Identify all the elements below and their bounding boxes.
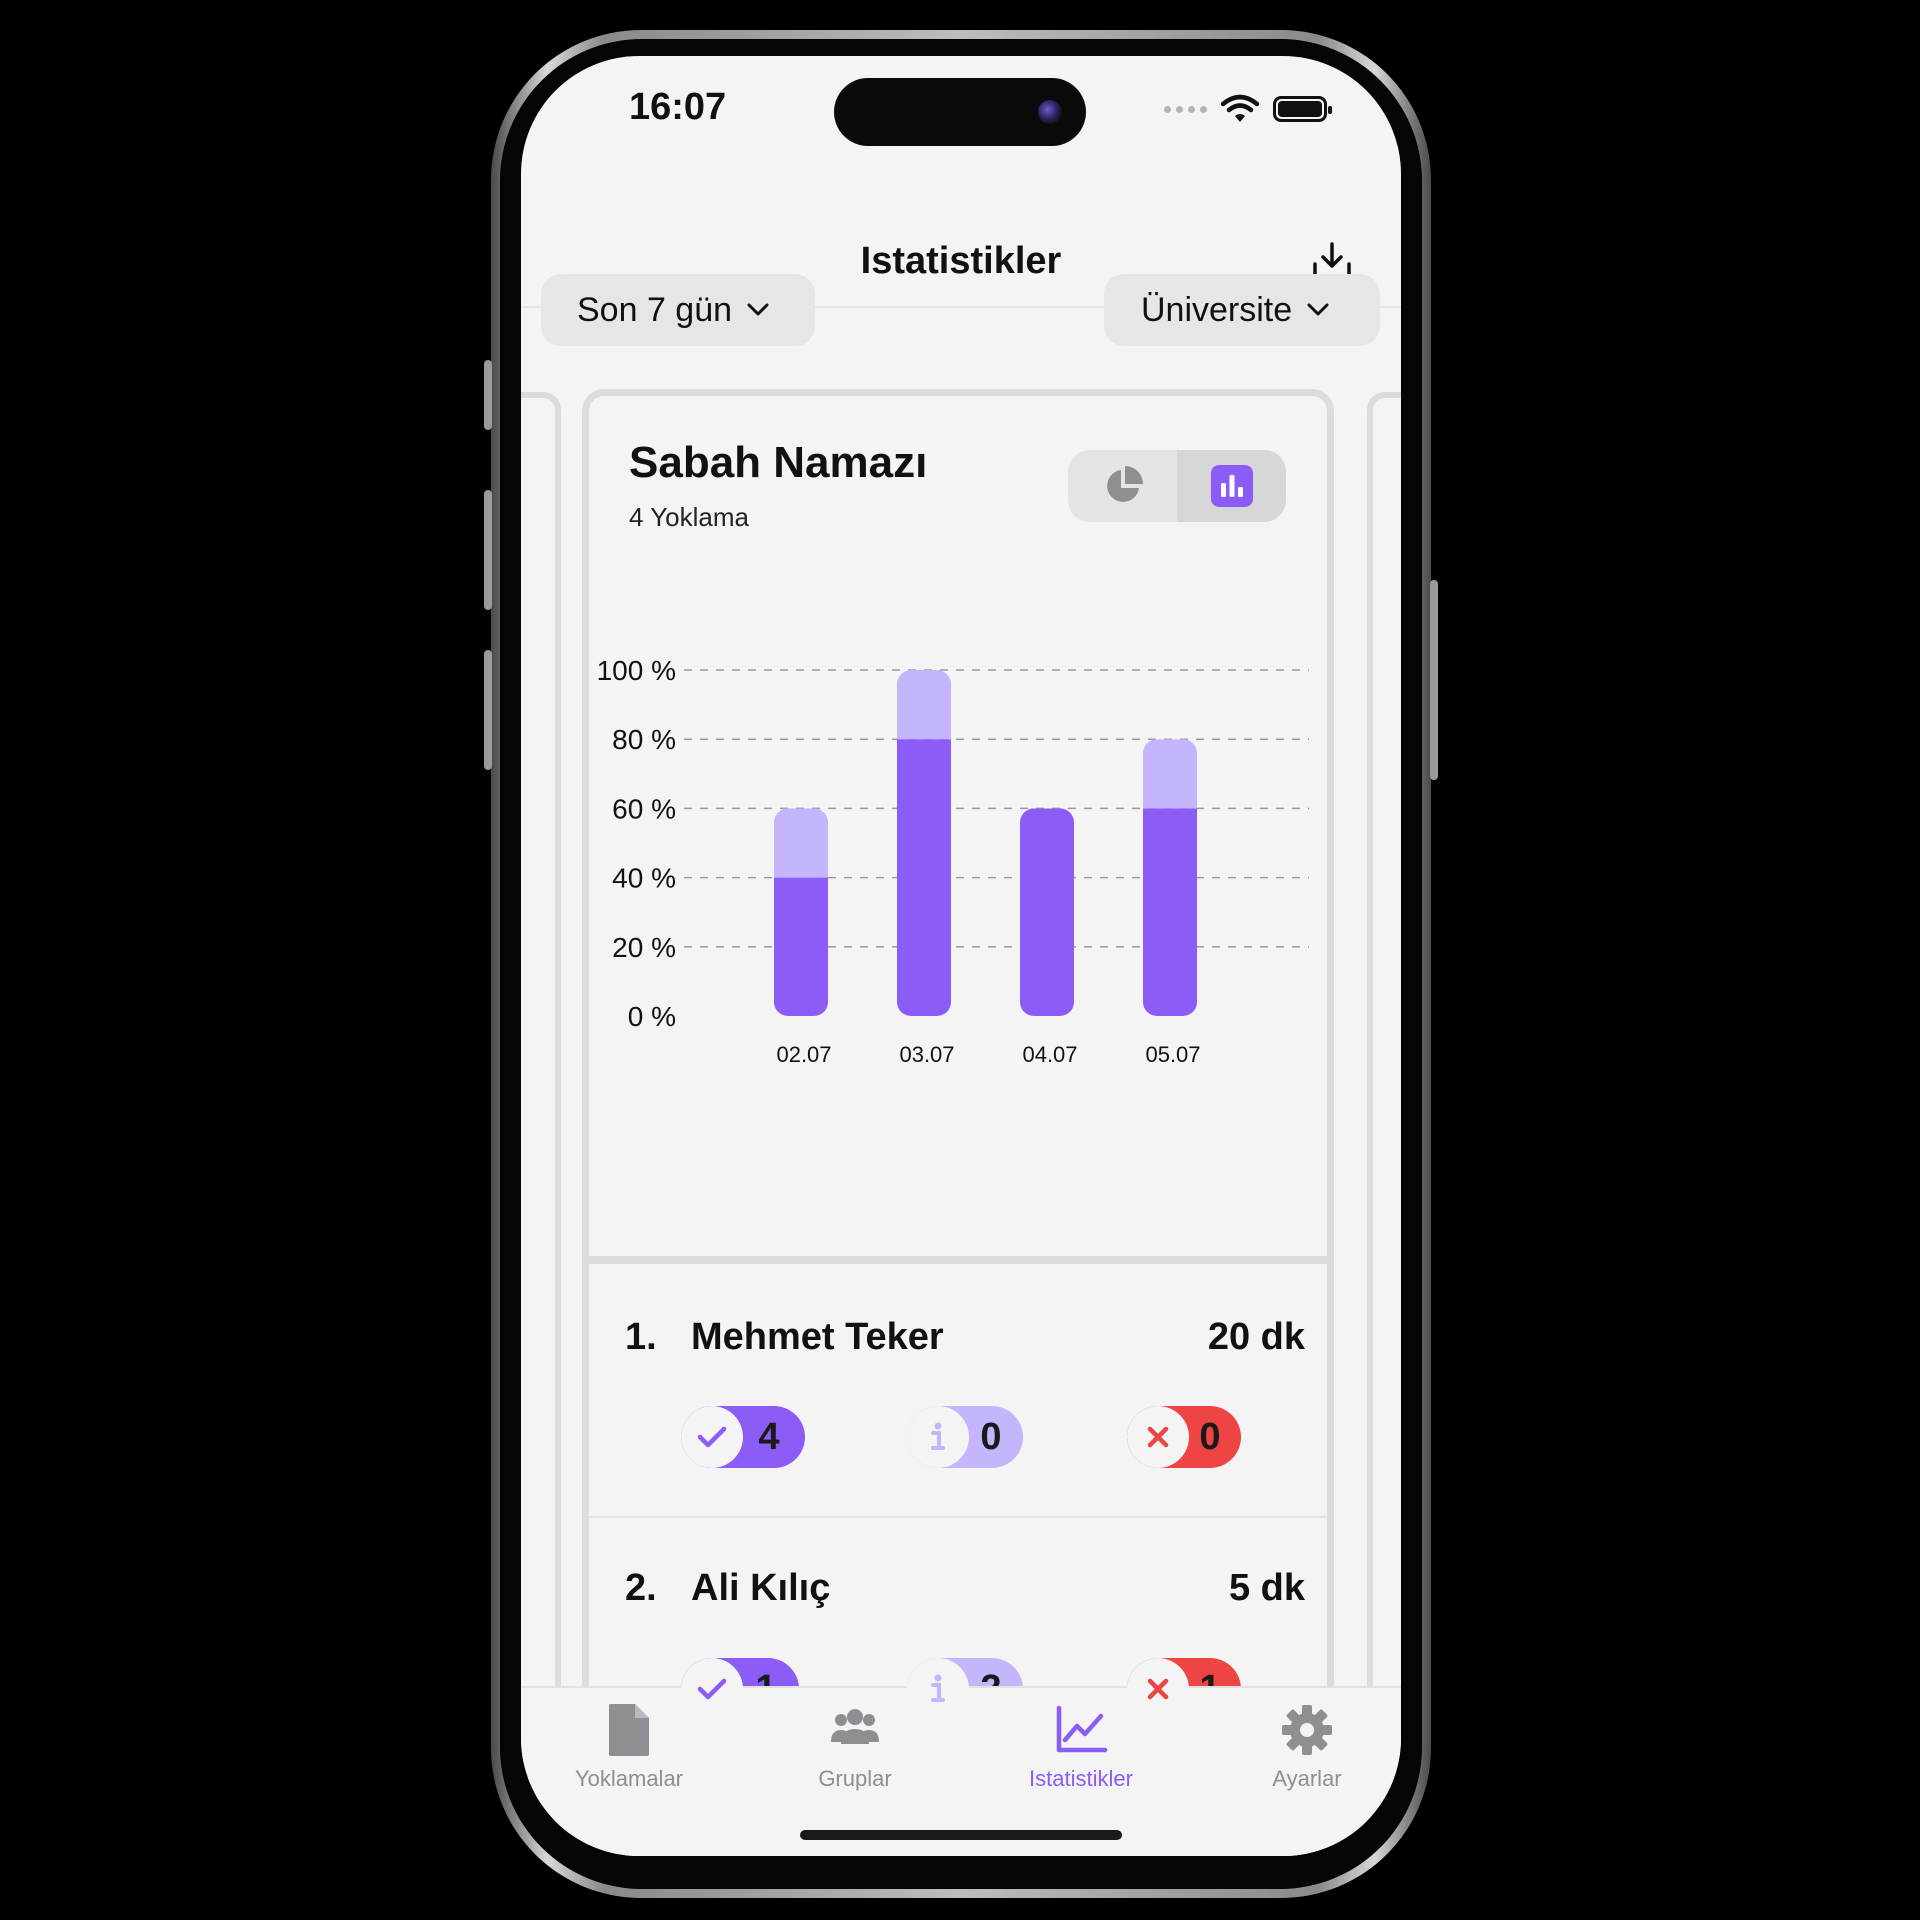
present-count-badge: 4 bbox=[681, 1406, 805, 1468]
bar-segment bbox=[897, 739, 951, 1016]
group-value: Üniversite bbox=[1141, 290, 1293, 329]
excused-count-badge: 0 bbox=[907, 1406, 1023, 1468]
checkmark-icon bbox=[697, 1426, 727, 1448]
attendance-bar-chart: 0 % 20 % 40 % 60 % 80 % 100 % 02.07 03.07 04.07 0… bbox=[597, 655, 1309, 1067]
y-tick-label: 40 % bbox=[612, 863, 676, 894]
status-time: 16:07 bbox=[629, 86, 727, 128]
member-name: Mehmet Teker bbox=[691, 1316, 944, 1358]
cross-icon bbox=[1147, 1426, 1169, 1448]
tab-ayarlar[interactable]: Ayarlar bbox=[1227, 1702, 1387, 1792]
info-icon bbox=[931, 1422, 945, 1450]
action-button bbox=[484, 360, 492, 430]
tab-yoklamalar[interactable]: Yoklamalar bbox=[549, 1702, 709, 1792]
dynamic-island bbox=[834, 78, 1086, 146]
group-dropdown[interactable]: Üniversite bbox=[1104, 274, 1380, 346]
rank-number: 1. bbox=[625, 1316, 657, 1358]
gear-icon bbox=[1282, 1705, 1332, 1755]
card-divider bbox=[589, 1256, 1327, 1264]
status-icons bbox=[1164, 94, 1332, 124]
y-tick-label: 100 % bbox=[597, 655, 676, 686]
pie-view-button[interactable] bbox=[1068, 450, 1177, 522]
attendance-count: 4 Yoklama bbox=[629, 502, 749, 532]
front-camera bbox=[1038, 100, 1062, 124]
bar-view-button[interactable] bbox=[1177, 450, 1286, 522]
bar-chart-icon bbox=[1210, 465, 1253, 507]
info-icon bbox=[931, 1674, 945, 1702]
chart-view-toggle bbox=[1068, 450, 1286, 522]
late-minutes: 5 dk bbox=[1228, 1567, 1305, 1609]
document-icon bbox=[609, 1704, 649, 1756]
checkmark-icon bbox=[697, 1678, 727, 1700]
y-tick-label: 80 % bbox=[612, 724, 676, 755]
line-chart-icon bbox=[1056, 1705, 1108, 1753]
rank-number: 2. bbox=[625, 1567, 657, 1609]
period-value: Son 7 gün bbox=[577, 290, 733, 329]
bar-segment bbox=[1143, 808, 1197, 1016]
ranking-row[interactable]: 2. Ali Kılıç 5 dk bbox=[589, 1567, 1327, 1627]
late-minutes: 20 dk bbox=[1207, 1316, 1305, 1358]
home-indicator bbox=[800, 1830, 1122, 1840]
tab-label: Ayarlar bbox=[1272, 1766, 1342, 1791]
absent-count-badge: 0 bbox=[1127, 1406, 1241, 1468]
power-button bbox=[1430, 580, 1438, 780]
bar-segment bbox=[897, 670, 951, 740]
y-tick-label: 60 % bbox=[612, 793, 676, 824]
member-name: Ali Kılıç bbox=[691, 1567, 831, 1609]
next-card-edge[interactable] bbox=[1367, 392, 1401, 1856]
bar-segment bbox=[774, 808, 828, 878]
y-tick-label: 0 % bbox=[628, 1001, 676, 1032]
x-tick-label: 04.07 bbox=[1022, 1042, 1077, 1067]
cellular-signal-icon bbox=[1164, 105, 1207, 113]
x-tick-label: 05.07 bbox=[1145, 1042, 1200, 1067]
chevron-down-icon bbox=[1307, 303, 1329, 316]
volume-up-button bbox=[484, 490, 492, 610]
x-tick-label: 02.07 bbox=[776, 1042, 831, 1067]
x-tick-label: 03.07 bbox=[899, 1042, 954, 1067]
wifi-icon bbox=[1221, 94, 1259, 122]
volume-down-button bbox=[484, 650, 492, 770]
y-tick-label: 20 % bbox=[612, 932, 676, 963]
group-icon bbox=[831, 1709, 879, 1744]
ranking-row[interactable]: 1. Mehmet Teker 20 dk bbox=[589, 1316, 1327, 1376]
app-screen: 16:07 Istatistikler Son 7 gün Üniversite… bbox=[521, 56, 1401, 1856]
tab-istatistikler[interactable]: Istatistikler bbox=[1001, 1702, 1161, 1792]
tab-label: Gruplar bbox=[818, 1766, 892, 1791]
bar-segment bbox=[1143, 739, 1197, 809]
chevron-down-icon bbox=[747, 303, 769, 316]
tab-label: Yoklamalar bbox=[574, 1766, 684, 1791]
card-title: Sabah Namazı bbox=[629, 438, 928, 487]
battery-icon bbox=[1273, 96, 1332, 122]
previous-card-edge[interactable] bbox=[521, 392, 561, 1856]
bar-segment bbox=[1020, 808, 1074, 1016]
cross-icon bbox=[1147, 1678, 1169, 1700]
tab-label: Istatistikler bbox=[1029, 1766, 1133, 1791]
tab-gruplar[interactable]: Gruplar bbox=[775, 1702, 935, 1792]
bar-segment bbox=[774, 877, 828, 1016]
row-divider bbox=[589, 1516, 1327, 1518]
period-dropdown[interactable]: Son 7 gün bbox=[541, 274, 815, 346]
pie-chart-icon bbox=[1106, 466, 1143, 502]
statistics-card: Sabah Namazı 4 Yoklama 0 % 20 % 40 % 60 % 80… bbox=[582, 389, 1334, 1856]
